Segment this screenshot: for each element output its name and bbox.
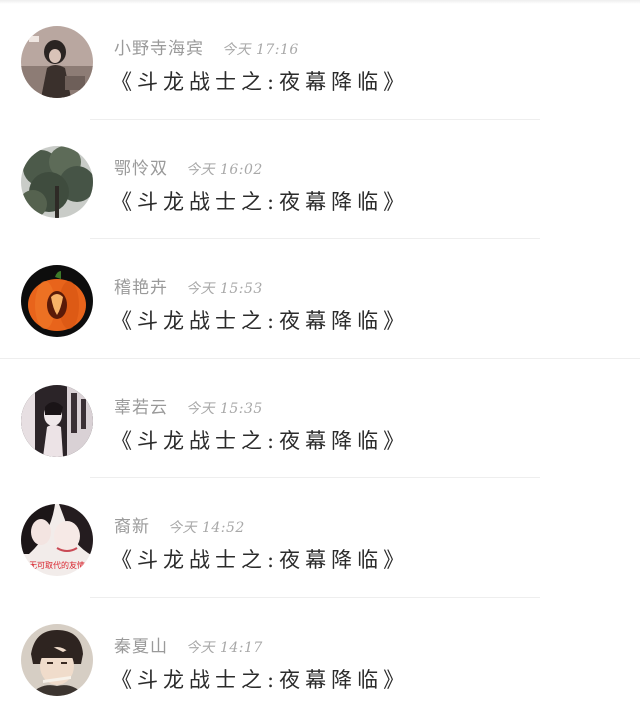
comment-item[interactable]: 稽艳卉 今天 15:53 《斗龙战士之:夜幕降临》 xyxy=(0,239,640,359)
avatar[interactable]: 无可取代的友情 xyxy=(21,504,93,576)
avatar-photo-girl-icon xyxy=(21,26,93,98)
timestamp: 今天 14:52 xyxy=(168,520,245,536)
comment-meta: 秦夏山 今天 14:17 xyxy=(114,632,263,657)
comment-text: 《斗龙战士之:夜幕降临》 xyxy=(111,305,409,335)
comment-text: 《斗龙战士之:夜幕降临》 xyxy=(111,66,409,96)
comment-meta: 稽艳卉 今天 15:53 xyxy=(114,273,263,298)
timestamp: 今天 15:35 xyxy=(186,401,263,417)
comment-list: 小野寺海宾 今天 17:16 《斗龙战士之:夜幕降临》 鄂怜双 今天 16:02 《… xyxy=(0,0,640,717)
comment-item[interactable]: 鄂怜双 今天 16:02 《斗龙战士之:夜幕降临》 xyxy=(0,120,640,240)
comment-item[interactable]: 无可取代的友情 裔新 今天 14:52 《斗龙战士之:夜幕降临》 xyxy=(0,478,640,598)
avatar[interactable] xyxy=(21,26,93,98)
comment-item[interactable]: 小野寺海宾 今天 17:16 《斗龙战士之:夜幕降临》 xyxy=(0,0,640,120)
avatar[interactable] xyxy=(21,385,93,457)
comment-meta: 裔新 今天 14:52 xyxy=(114,512,245,537)
username[interactable]: 小野寺海宾 xyxy=(114,39,204,59)
comment-text: 《斗龙战士之:夜幕降临》 xyxy=(111,425,409,455)
comment-item[interactable]: 辜若云 今天 15:35 《斗龙战士之:夜幕降临》 xyxy=(0,359,640,479)
comment-meta: 小野寺海宾 今天 17:16 xyxy=(114,34,299,59)
username[interactable]: 秦夏山 xyxy=(114,637,168,657)
comment-meta: 辜若云 今天 15:35 xyxy=(114,393,263,418)
comment-text: 《斗龙战士之:夜幕降临》 xyxy=(111,664,409,694)
timestamp: 今天 15:53 xyxy=(186,281,263,297)
comment-text: 《斗龙战士之:夜幕降临》 xyxy=(111,544,409,574)
comment-meta: 鄂怜双 今天 16:02 xyxy=(114,154,263,179)
comment-item[interactable]: 秦夏山 今天 14:17 《斗龙战士之:夜幕降临》 xyxy=(0,598,640,717)
avatar-anime-boy-icon xyxy=(21,624,93,696)
username[interactable]: 裔新 xyxy=(114,517,150,537)
avatar-tree-sky-icon xyxy=(21,146,93,218)
username[interactable]: 辜若云 xyxy=(114,398,168,418)
timestamp: 今天 14:17 xyxy=(186,640,263,656)
avatar-anime-bw-icon xyxy=(21,385,93,457)
avatar-pumpkin-icon xyxy=(21,265,93,337)
avatar[interactable] xyxy=(21,265,93,337)
timestamp: 今天 16:02 xyxy=(186,162,263,178)
timestamp: 今天 17:16 xyxy=(222,42,299,58)
username[interactable]: 鄂怜双 xyxy=(114,159,168,179)
comment-text: 《斗龙战士之:夜幕降临》 xyxy=(111,186,409,216)
avatar-caption: 无可取代的友情 xyxy=(29,560,85,570)
avatar-anime-girls-icon: 无可取代的友情 xyxy=(21,504,93,576)
avatar[interactable] xyxy=(21,146,93,218)
avatar[interactable] xyxy=(21,624,93,696)
username[interactable]: 稽艳卉 xyxy=(114,278,168,298)
